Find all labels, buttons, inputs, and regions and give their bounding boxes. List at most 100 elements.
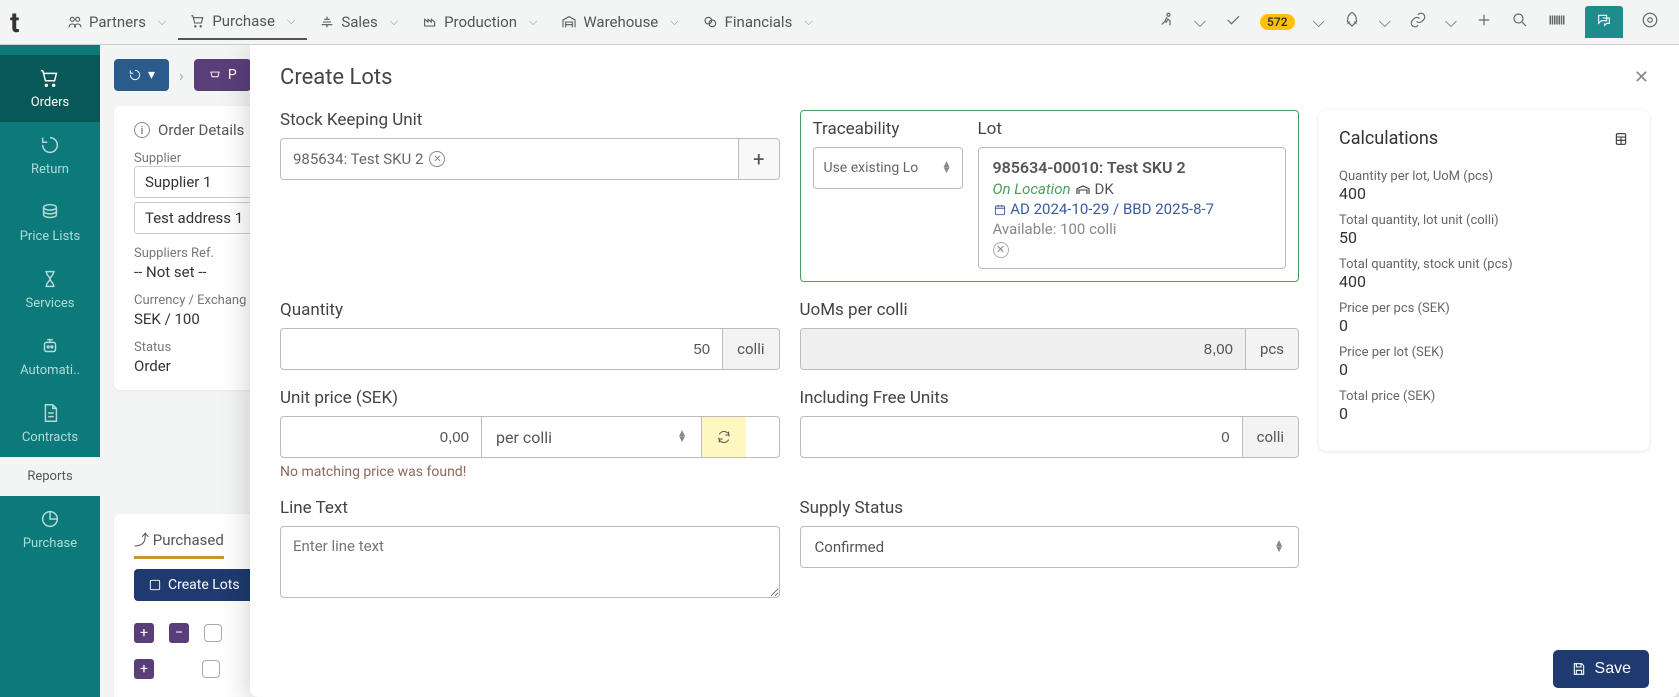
link-icon[interactable]: [1409, 11, 1427, 33]
warehouse-icon: [1075, 184, 1091, 196]
sidebar-reports[interactable]: Reports: [0, 457, 100, 496]
cart-icon: [190, 13, 206, 29]
line-text-input[interactable]: [280, 526, 780, 598]
barcode-icon[interactable]: [1547, 11, 1567, 33]
running-icon[interactable]: [1158, 11, 1176, 33]
sku-input-group[interactable]: 985634: Test SKU 2 ✕ +: [280, 138, 780, 180]
nav-warehouse[interactable]: Warehouse ⌵: [549, 5, 690, 39]
sidebar-return[interactable]: Return: [0, 122, 100, 189]
sidebar-contracts[interactable]: Contracts: [0, 390, 100, 457]
uoms-label: UoMs per colli: [800, 300, 1300, 320]
sales-icon: [319, 14, 335, 30]
quantity-unit: colli: [722, 329, 778, 369]
return-icon: [39, 134, 61, 156]
free-units-input[interactable]: colli: [800, 416, 1300, 458]
sort-icon: ▲▼: [677, 431, 687, 443]
left-sidebar: Orders Return Price Lists Services Autom…: [0, 45, 100, 697]
sidebar-automation[interactable]: Automati..: [0, 323, 100, 390]
nav-label: Warehouse: [583, 13, 658, 31]
chevron-down-icon[interactable]: ⌵: [1313, 12, 1325, 32]
calculations-title: Calculations: [1339, 128, 1438, 149]
chat-icon[interactable]: [1585, 6, 1623, 38]
traceability-select[interactable]: Use existing Lo ▲▼: [813, 147, 963, 189]
settings-icon[interactable]: [1641, 11, 1659, 33]
nav-label: Production: [444, 13, 517, 31]
lot-info-box[interactable]: 985634-00010: Test SKU 2 On Location DK: [978, 147, 1287, 269]
chevron-down-icon: ⌵: [529, 15, 537, 29]
sidebar-label: Services: [26, 296, 75, 311]
nav-label: Purchase: [212, 12, 275, 30]
free-units-field[interactable]: [801, 417, 1242, 457]
close-button[interactable]: ✕: [1634, 67, 1649, 88]
financials-icon: [703, 14, 719, 30]
chevron-down-icon: ⌵: [158, 15, 166, 29]
cart-icon: [39, 67, 61, 89]
supply-status-select[interactable]: Confirmed ▲▼: [800, 526, 1300, 568]
uoms-field: [801, 329, 1245, 369]
quantity-field[interactable]: [281, 329, 722, 369]
sidebar-label: Contracts: [22, 430, 78, 445]
search-icon[interactable]: [1511, 11, 1529, 33]
sidebar-orders[interactable]: Orders: [0, 55, 100, 122]
uoms-input: pcs: [800, 328, 1300, 370]
chevron-down-icon: ⌵: [390, 15, 398, 29]
sort-icon: ▲▼: [1274, 541, 1284, 553]
quantity-input[interactable]: colli: [280, 328, 780, 370]
unit-price-input[interactable]: per colli ▲▼: [280, 416, 780, 458]
sidebar-label: Automati..: [20, 363, 80, 378]
traceability-label: Traceability: [813, 119, 963, 139]
nav-financials[interactable]: Financials ⌵: [691, 5, 825, 39]
uoms-unit: pcs: [1245, 329, 1298, 369]
unit-price-field[interactable]: [281, 417, 481, 457]
clear-sku-icon[interactable]: ✕: [429, 151, 445, 167]
production-icon: [422, 14, 438, 30]
notification-badge[interactable]: 572: [1260, 14, 1295, 30]
sidebar-label: Return: [31, 162, 69, 177]
pie-icon: [39, 508, 61, 530]
nav-label: Sales: [341, 13, 377, 31]
plus-icon[interactable]: [1475, 11, 1493, 33]
clear-lot-icon[interactable]: ✕: [993, 242, 1009, 258]
free-units-unit: colli: [1242, 417, 1298, 457]
sidebar-label: Reports: [27, 469, 72, 484]
sort-icon: ▲▼: [942, 162, 952, 174]
calculations-panel: Calculations Quantity per lot, UoM (pcs)…: [1319, 110, 1649, 451]
lot-location-code: DK: [1094, 180, 1113, 198]
sidebar-price-lists[interactable]: Price Lists: [0, 189, 100, 256]
robot-icon: [39, 335, 61, 357]
nav-production[interactable]: Production ⌵: [410, 5, 549, 39]
rocket-icon[interactable]: [1343, 11, 1361, 33]
check-icon[interactable]: [1224, 11, 1242, 33]
sidebar-services[interactable]: Services: [0, 256, 100, 323]
free-units-label: Including Free Units: [800, 388, 1300, 408]
nav-sales[interactable]: Sales ⌵: [307, 5, 410, 39]
nav-purchase[interactable]: Purchase ⌵: [178, 4, 307, 40]
sidebar-label: Price Lists: [20, 229, 81, 244]
line-text-label: Line Text: [280, 498, 780, 518]
save-button[interactable]: Save: [1553, 650, 1649, 688]
sidebar-purchase[interactable]: Purchase: [0, 496, 100, 563]
chevron-down-icon[interactable]: ⌵: [1194, 12, 1206, 32]
nav-partners[interactable]: Partners ⌵: [55, 5, 178, 39]
lot-label: Lot: [978, 119, 1287, 139]
chevron-down-icon[interactable]: ⌵: [1379, 12, 1391, 32]
refresh-price-button[interactable]: [701, 417, 746, 457]
sidebar-label: Orders: [31, 95, 70, 110]
nav-label: Financials: [725, 13, 793, 31]
create-lots-modal: Create Lots ✕ Stock Keeping Unit: [250, 45, 1679, 697]
chevron-down-icon[interactable]: ⌵: [1445, 12, 1457, 32]
chevron-down-icon: ⌵: [670, 15, 678, 29]
partners-icon: [67, 14, 83, 30]
unit-price-per-select[interactable]: per colli ▲▼: [481, 417, 701, 457]
app-logo[interactable]: t: [10, 6, 40, 39]
supply-status-label: Supply Status: [800, 498, 1300, 518]
add-sku-button[interactable]: +: [738, 139, 778, 179]
modal-title: Create Lots: [280, 65, 392, 90]
chevron-down-icon: ⌵: [804, 15, 812, 29]
warehouse-icon: [561, 14, 577, 30]
price-help-text: No matching price was found!: [280, 464, 780, 480]
unit-price-label: Unit price (SEK): [280, 388, 780, 408]
main-content: ▾ › P i Order Details Supplier Supplier …: [100, 45, 1679, 697]
lot-available: Available: 100 colli: [993, 220, 1272, 238]
calculator-icon[interactable]: [1613, 131, 1629, 147]
